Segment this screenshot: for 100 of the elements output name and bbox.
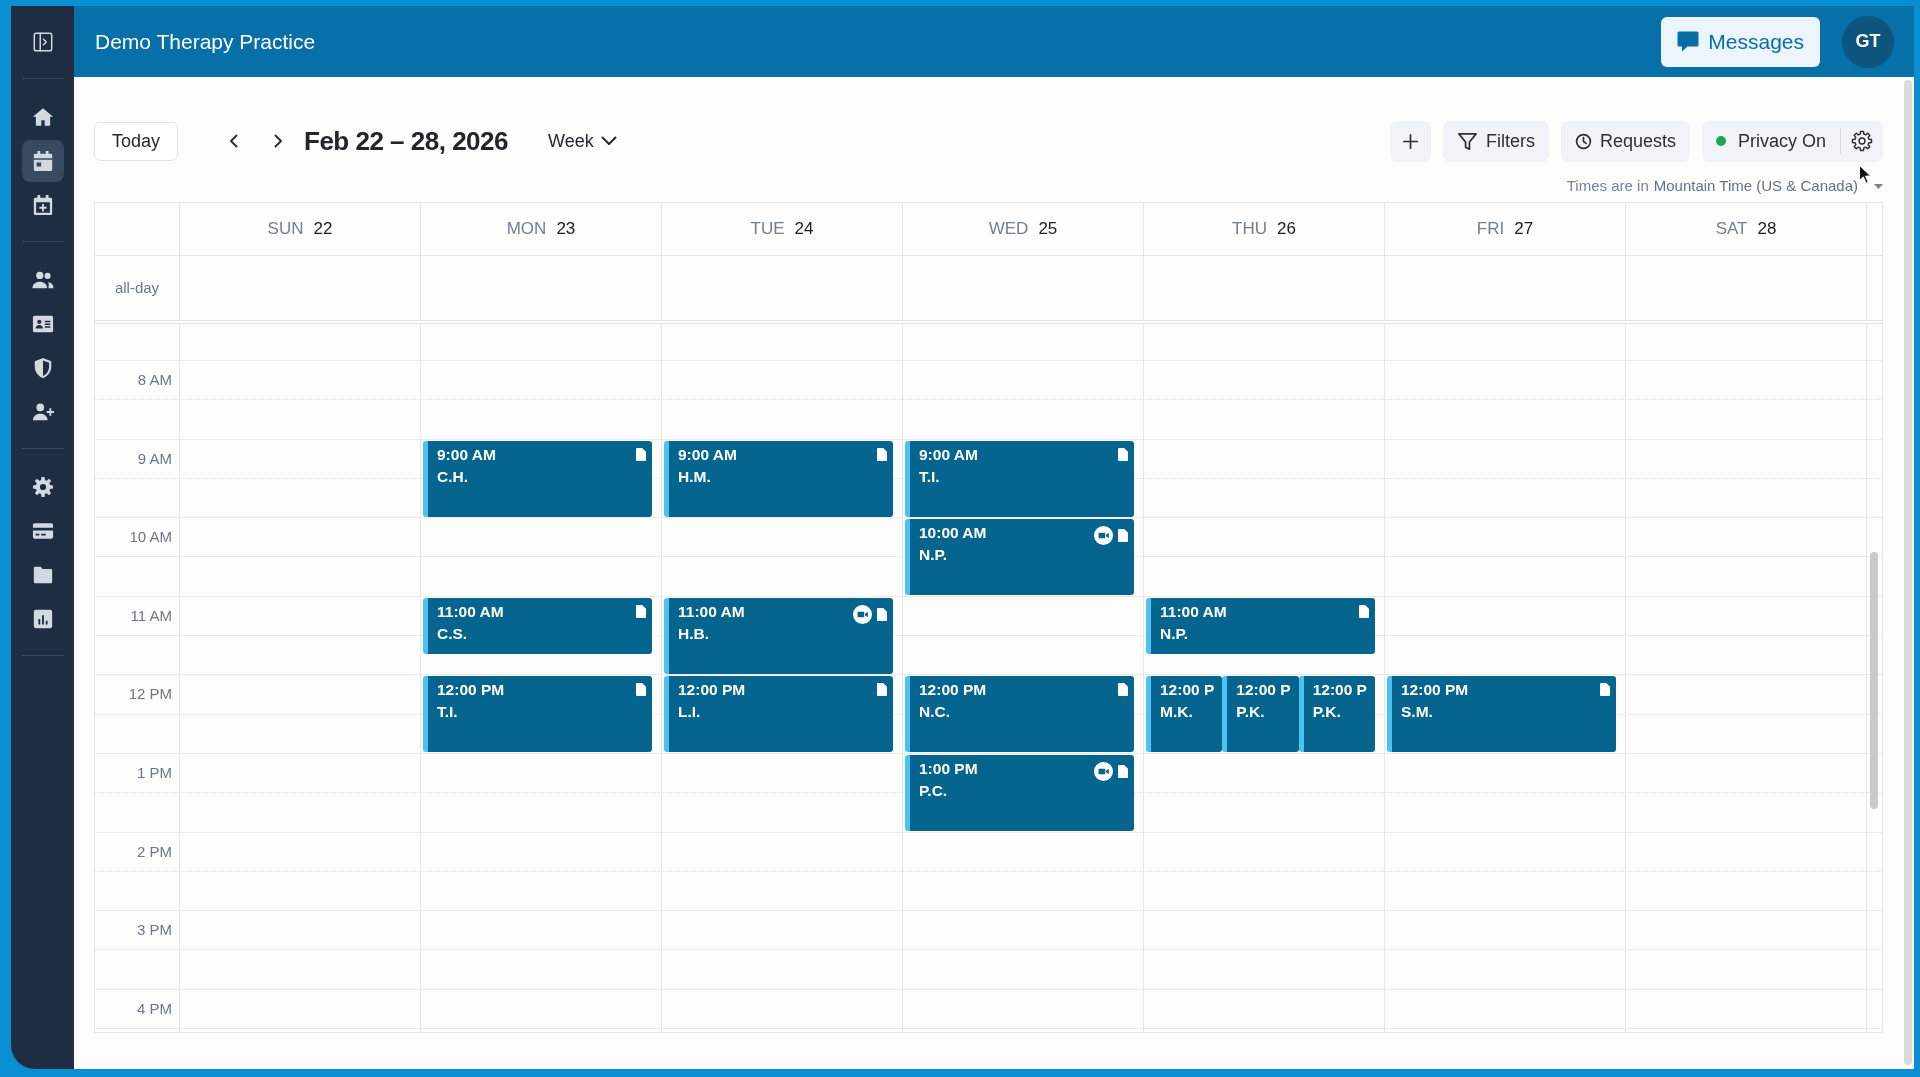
appointment-time: 12:00 P (1160, 680, 1216, 701)
date-label: 26 (1277, 218, 1296, 241)
timezone-label: Times are in (1566, 175, 1649, 196)
weekday-label: TUE (750, 218, 785, 241)
date-label: 27 (1514, 218, 1534, 241)
weekday-label: MON (506, 218, 547, 241)
appointment-block[interactable]: 9:00 AM T.I. (905, 440, 1134, 517)
credit-card-icon (31, 520, 54, 542)
appointment-block[interactable]: 12:00 PM L.I. (664, 676, 893, 753)
client-initials: H.B. (678, 623, 710, 644)
appointment-time: 11:00 AM (1160, 601, 1228, 622)
caret-down-icon (1874, 183, 1883, 189)
appointment-time: 1:00 PM (919, 759, 979, 779)
client-initials: P.K. (1236, 702, 1266, 723)
client-initials: P.C. (919, 781, 949, 801)
appointment-block[interactable]: 9:00 AM C.H. (423, 440, 652, 517)
people-icon (31, 269, 54, 291)
weekday-label: THU (1232, 218, 1267, 241)
weekday-label: SUN (267, 218, 304, 241)
hour-label: 11 AM (130, 606, 172, 624)
date-label: 22 (313, 218, 333, 241)
hour-label: 12 PM (128, 685, 172, 703)
appointment-block[interactable]: 9:00 AM H.M. (664, 440, 893, 517)
appointment-block[interactable]: 1:00 PM P.C. (905, 755, 1134, 832)
appointment-time: 9:00 AM (437, 444, 497, 465)
date-label: 25 (1038, 218, 1058, 241)
date-label: 23 (556, 218, 576, 241)
view-dropdown[interactable]: Week (546, 127, 620, 155)
client-initials: P.K. (1312, 702, 1342, 723)
client-initials: C.S. (437, 623, 469, 644)
appointment-block[interactable]: 12:00 PM N.C. (905, 676, 1134, 753)
appointment-block[interactable]: 10:00 AM N.P. (905, 519, 1134, 596)
hour-label: 1 PM (137, 763, 172, 781)
appointment-time: 12:00 PM (437, 680, 506, 701)
client-initials: T.I. (919, 466, 941, 487)
client-initials: L.I. (678, 702, 702, 723)
appointment-time: 12:00 PM (919, 680, 988, 701)
weekday-label: FRI (1476, 218, 1505, 241)
appointment-block[interactable]: 11:00 AM H.B. (664, 597, 893, 674)
appointment-time: 9:00 AM (678, 444, 738, 465)
appointment-block[interactable]: 12:00 PM S.M. (1387, 676, 1616, 753)
client-initials: T.I. (437, 702, 459, 723)
appointment-time: 10:00 AM (919, 523, 988, 544)
chat-bubble-icon (1676, 30, 1701, 53)
appointment-time: 12:00 P (1312, 680, 1368, 701)
hour-label: 10 AM (129, 528, 172, 546)
scrollbar-thumb[interactable] (1870, 552, 1878, 809)
client-initials: H.M. (678, 466, 712, 487)
hour-label: 4 PM (137, 999, 172, 1017)
weekday-label: SAT (1715, 218, 1748, 241)
appointment-time: 9:00 AM (919, 444, 979, 465)
date-label: 28 (1757, 218, 1777, 241)
today-button[interactable]: Today (94, 121, 178, 161)
hour-label: 8 AM (137, 371, 172, 388)
calendar-icon (31, 150, 54, 172)
appointment-time: 12:00 P (1236, 680, 1292, 701)
privacy-toggle[interactable]: Privacy On (1711, 127, 1830, 155)
scrollbar-thumb[interactable] (1904, 80, 1912, 1065)
appointment-block[interactable]: 12:00 P M.K. (1146, 676, 1223, 753)
hour-label: 2 PM (137, 842, 172, 860)
funnel-icon (1456, 130, 1478, 152)
settings-icon[interactable] (1851, 130, 1873, 152)
user-avatar[interactable]: GT (1842, 15, 1894, 68)
app-title: Demo Therapy Practice (95, 28, 316, 55)
requests-button[interactable]: Requests (1560, 120, 1690, 162)
appointment-time: 12:00 PM (678, 680, 747, 701)
client-initials: M.K. (1160, 702, 1194, 723)
appointment-time: 11:00 AM (437, 601, 505, 622)
sidebar-nav-button[interactable] (21, 140, 64, 182)
appointment-block[interactable]: 12:00 PM T.I. (423, 676, 652, 753)
messages-button[interactable]: Messages (1661, 16, 1820, 67)
hour-label: 3 PM (137, 921, 172, 939)
client-initials: N.P. (1160, 623, 1190, 644)
id-card-icon (31, 313, 54, 335)
timezone-dropdown[interactable]: Mountain Time (US & Canada) (1653, 174, 1883, 198)
client-initials: S.M. (1401, 702, 1434, 723)
settings-icon (31, 476, 54, 498)
date-label: 24 (794, 218, 814, 241)
appointment-block[interactable]: 11:00 AM N.P. (1146, 597, 1375, 655)
user-plus-icon (31, 401, 54, 423)
appointment-time: 11:00 AM (678, 601, 746, 622)
calendar-plus-icon (31, 194, 54, 216)
clock-icon (1574, 132, 1592, 150)
home-icon (31, 106, 54, 128)
appointment-block[interactable]: 12:00 P P.K. (1298, 676, 1375, 753)
date-range-title: Feb 22 – 28, 2026 (304, 124, 508, 158)
mouse-pointer-icon (1859, 165, 1872, 184)
plus-icon (1400, 131, 1420, 151)
all-day-label: all-day (114, 277, 160, 298)
hour-label: 9 AM (137, 449, 172, 467)
bar-chart-icon (31, 608, 54, 630)
sidebar-toggle-icon[interactable] (31, 31, 54, 53)
appointment-block[interactable]: 11:00 AM C.S. (423, 597, 652, 655)
client-initials: C.H. (437, 466, 469, 487)
weekday-label: WED (988, 218, 1029, 241)
appointment-time: 12:00 PM (1401, 680, 1470, 701)
filters-button[interactable]: Filters (1442, 120, 1549, 162)
client-initials: N.C. (919, 702, 951, 723)
folder-icon (31, 564, 54, 586)
appointment-block[interactable]: 12:00 P P.K. (1222, 676, 1299, 753)
